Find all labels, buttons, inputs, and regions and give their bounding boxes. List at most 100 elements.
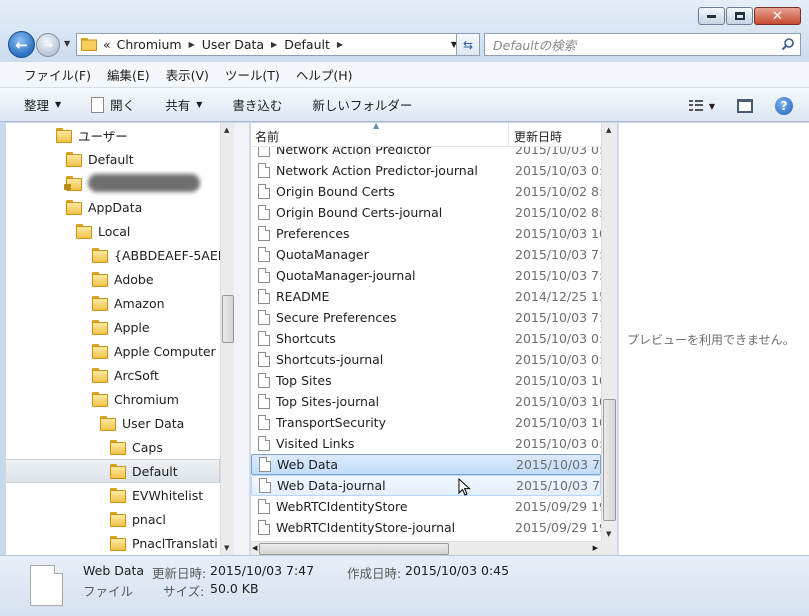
change-view-button[interactable]: ▼ [688, 100, 715, 112]
scroll-up-icon[interactable]: ▲ [224, 126, 229, 134]
folder-icon [66, 152, 82, 167]
recent-pages-dropdown[interactable]: ▼ [64, 39, 70, 48]
tree-item[interactable]: Local [76, 219, 130, 243]
file-row[interactable]: Origin Bound Certs 2015/10/02 8:4 [251, 181, 601, 202]
organize-button[interactable]: 整理 ▼ [24, 95, 61, 114]
column-header-modified[interactable]: 更新日時 [514, 128, 562, 145]
tree-item[interactable]: Default [66, 147, 134, 171]
file-modified-date: 2015/10/03 10 [515, 226, 601, 241]
tree-item[interactable]: ArcSoft [92, 363, 159, 387]
file-row[interactable]: Shortcuts-journal 2015/10/03 0:3 [251, 349, 601, 370]
breadcrumb-chromium[interactable]: Chromium [117, 37, 182, 52]
file-row[interactable]: Shortcuts 2015/10/03 0:3 [251, 328, 601, 349]
column-separator[interactable] [508, 123, 509, 147]
folder-icon [110, 464, 126, 479]
window-chrome: ✕ ← → ▼ « Chromium ▶ User Data ▶ Default… [0, 0, 809, 62]
file-row[interactable]: Origin Bound Certs-journal 2015/10/02 8:4 [251, 202, 601, 223]
menu-help[interactable]: ヘルプ(H) [296, 65, 353, 84]
scroll-down-icon[interactable]: ▼ [606, 530, 611, 538]
share-button[interactable]: 共有 ▼ [165, 95, 202, 114]
file-modified-date: 2015/10/03 10 [515, 373, 601, 388]
toolbar-right: ▼ ? [688, 97, 793, 115]
preview-pane-icon[interactable] [737, 99, 753, 113]
maximize-button[interactable] [726, 7, 753, 25]
tree-item-label: Adobe [114, 271, 154, 287]
scroll-up-icon[interactable]: ▲ [606, 126, 611, 134]
file-row[interactable]: QuotaManager-journal 2015/10/03 7:4 [251, 265, 601, 286]
pane-divider[interactable] [234, 123, 250, 555]
file-row[interactable]: Top Sites-journal 2015/10/03 10 [251, 391, 601, 412]
tree-item[interactable]: Adobe [92, 267, 154, 291]
file-list-horizontal-scrollbar[interactable]: ◀ ▶ [251, 541, 601, 555]
file-row[interactable]: WebRTCIdentityStore 2015/09/29 19 [251, 496, 601, 517]
column-header-name[interactable]: 名前 [255, 128, 279, 145]
open-button[interactable]: 開く [91, 95, 135, 114]
menu-edit[interactable]: 編集(E) [107, 65, 150, 84]
scrollbar-thumb[interactable] [259, 543, 449, 555]
tree-item[interactable]: AppData [66, 195, 142, 219]
minimize-button[interactable] [698, 7, 725, 25]
search-icon[interactable] [781, 37, 795, 51]
search-input[interactable]: Defaultの検索 [484, 33, 801, 56]
tree-item[interactable]: Apple Computer [92, 339, 216, 363]
new-folder-button[interactable]: 新しいフォルダー [312, 95, 412, 114]
scroll-left-icon[interactable]: ◀ [252, 544, 257, 552]
back-button[interactable]: ← [8, 31, 35, 58]
file-modified-date: 2015/10/03 7:4 [516, 478, 601, 493]
file-row[interactable]: TransportSecurity 2015/10/03 10 [251, 412, 601, 433]
file-row[interactable]: README 2014/12/25 15 [251, 286, 601, 307]
refresh-button[interactable]: ⇆ [456, 33, 480, 56]
file-name: Shortcuts [276, 331, 336, 346]
address-bar[interactable]: « Chromium ▶ User Data ▶ Default ▶ ▼ [76, 33, 480, 56]
help-icon[interactable]: ? [775, 97, 793, 115]
scroll-down-icon[interactable]: ▼ [224, 544, 229, 552]
file-thumbnail-icon [30, 565, 63, 606]
share-label: 共有 [165, 98, 191, 113]
file-icon [258, 226, 270, 241]
file-icon [258, 247, 270, 262]
menu-view[interactable]: 表示(V) [166, 65, 209, 84]
breadcrumb-separator-icon[interactable]: ▶ [271, 40, 277, 49]
tree-item[interactable]: Default [6, 459, 220, 483]
file-row[interactable]: Visited Links 2015/10/03 0:5 [251, 433, 601, 454]
tree-item[interactable]: Apple [92, 315, 150, 339]
tree-item[interactable]: Caps [110, 435, 163, 459]
tree-item[interactable]: pnacl [110, 507, 166, 531]
tree-item[interactable]: Chromium [92, 387, 179, 411]
tree-item[interactable]: ユーザー [56, 123, 128, 147]
scroll-right-icon[interactable]: ▶ [593, 544, 598, 552]
file-row[interactable]: Web Data-journal 2015/10/03 7:4 [251, 475, 601, 496]
folder-icon [92, 296, 108, 311]
breadcrumb-separator-icon[interactable]: ▶ [189, 40, 195, 49]
file-row[interactable]: Network Action Predictor-journal 2015/10/… [251, 160, 601, 181]
file-row[interactable]: QuotaManager 2015/10/03 7:4 [251, 244, 601, 265]
breadcrumb-user-data[interactable]: User Data [202, 37, 264, 52]
breadcrumb-separator-icon[interactable]: ▶ [337, 40, 343, 49]
navigation-scrollbar[interactable]: ▲ ▼ [220, 123, 234, 555]
details-created-value: 2015/10/03 0:45 [405, 563, 510, 578]
tree-item[interactable] [64, 171, 200, 195]
tree-item[interactable]: PnaclTranslati [110, 531, 218, 555]
file-row[interactable]: WebRTCIdentityStore-journal 2015/09/29 19 [251, 517, 601, 538]
tree-item[interactable]: EVWhitelist [110, 483, 203, 507]
menu-tools[interactable]: ツール(T) [225, 65, 280, 84]
folder-icon [110, 440, 126, 455]
menu-file[interactable]: ファイル(F) [24, 65, 91, 84]
file-list-vertical-scrollbar[interactable]: ▲ ▼ [601, 123, 617, 541]
scrollbar-thumb[interactable] [603, 399, 616, 521]
close-button[interactable]: ✕ [754, 7, 801, 25]
breadcrumb-overflow[interactable]: « [103, 37, 111, 52]
breadcrumb-default[interactable]: Default [284, 37, 330, 52]
file-row[interactable]: Top Sites 2015/10/03 10 [251, 370, 601, 391]
file-row[interactable]: Web Data 2015/10/03 7:4 [251, 454, 601, 475]
tree-item[interactable]: User Data [100, 411, 184, 435]
forward-button[interactable]: → [36, 33, 60, 57]
file-row[interactable]: Secure Preferences 2015/10/03 7:4 [251, 307, 601, 328]
tree-item[interactable]: {ABBDEAEF-5AED [92, 243, 220, 267]
burn-button[interactable]: 書き込む [232, 95, 282, 114]
file-row[interactable]: Preferences 2015/10/03 10 [251, 223, 601, 244]
details-pane: Web Data 更新日時: 2015/10/03 7:47 作成日時: 201… [0, 555, 809, 616]
file-name: Shortcuts-journal [276, 352, 384, 367]
tree-item[interactable]: Amazon [92, 291, 165, 315]
scrollbar-thumb[interactable] [222, 295, 234, 343]
